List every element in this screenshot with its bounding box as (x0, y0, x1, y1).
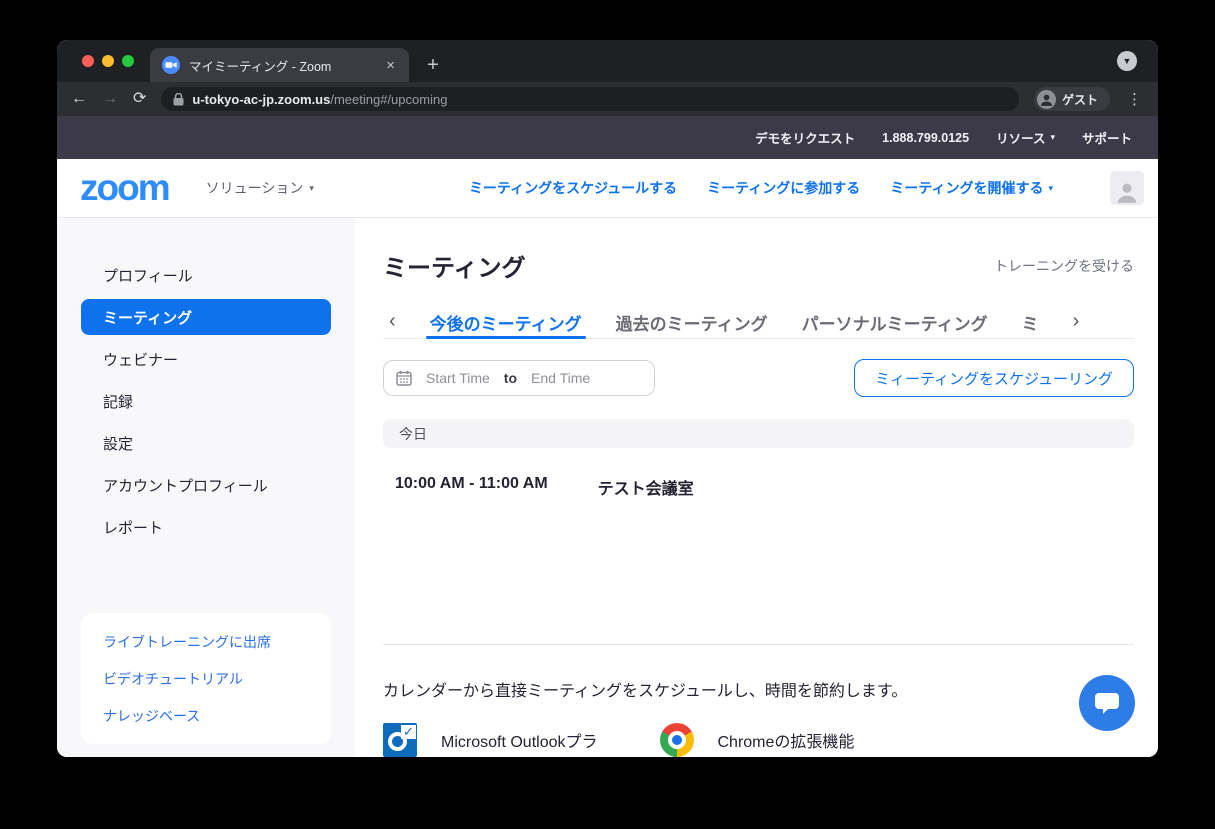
close-window-button[interactable] (82, 55, 94, 67)
tab-search-icon[interactable]: ▼ (1117, 51, 1137, 71)
chrome-extension-label: Chromeの拡張機能 (717, 734, 855, 751)
browser-tabstrip: マイミーティング - Zoom × + ▼ (57, 40, 1158, 82)
solutions-menu[interactable]: ソリューション ▾ (206, 178, 314, 198)
calendar-icon (396, 370, 412, 386)
chevron-down-icon: ▾ (309, 182, 314, 193)
sidebar-help-card: ライブトレーニングに出席 ビデオチュートリアル ナレッジベース (81, 613, 331, 744)
forward-icon[interactable]: → (102, 91, 118, 107)
schedule-meeting-link[interactable]: ミーティングをスケジュールする (469, 178, 677, 198)
zoom-logo[interactable]: zoom (80, 169, 171, 206)
end-time-field[interactable]: End Time (531, 370, 590, 386)
meeting-time: 10:00 AM - 11:00 AM (395, 475, 548, 492)
solutions-label: ソリューション (205, 180, 304, 196)
person-icon (1117, 183, 1137, 203)
group-header-today: 今日 (383, 419, 1134, 448)
page-body: プロフィール ミーティング ウェビナー 記録 設定 アカウントプロフィール レポ… (57, 218, 1158, 757)
resources-menu[interactable]: リソース ▾ (996, 128, 1055, 147)
filter-row: Start Time to End Time ミィーティングをスケジューリング (383, 359, 1134, 398)
back-icon[interactable]: ← (71, 91, 87, 107)
resources-label: リソース (996, 132, 1046, 146)
title-row: ミーティング トレーニングを受ける (383, 248, 1134, 283)
tab-title: マイミーティング - Zoom (189, 59, 332, 74)
host-meeting-label: ミーティングを開催する (890, 180, 1044, 196)
get-training-link[interactable]: トレーニングを受ける (994, 256, 1134, 276)
url-domain: u-tokyo-ac-jp.zoom.us (192, 91, 331, 107)
sidebar-item-account-profile[interactable]: アカウントプロフィール (57, 464, 355, 506)
integrations-row: ✓ Microsoft Outlookプラ Chromeの拡張機能 (383, 723, 1134, 757)
schedule-meeting-button[interactable]: ミィーティングをスケジューリング (853, 359, 1134, 398)
join-meeting-link[interactable]: ミーティングに参加する (707, 178, 860, 198)
url-text: u-tokyo-ac-jp.zoom.us/meeting#/upcoming (192, 92, 447, 107)
tab-previous-meetings[interactable]: 過去のミーティング (616, 307, 768, 338)
guest-label: ゲスト (1061, 92, 1098, 107)
user-avatar[interactable] (1110, 171, 1144, 205)
phone-number-link[interactable]: 1.888.799.0125 (882, 131, 969, 145)
chat-bubble-icon (1095, 693, 1119, 714)
sidebar-item-meetings[interactable]: ミーティング (81, 299, 331, 335)
sidebar-item-reports[interactable]: レポート (57, 506, 355, 548)
start-time-field[interactable]: Start Time (426, 370, 490, 386)
sidebar-item-settings[interactable]: 設定 (57, 422, 355, 464)
tabs-prev-icon[interactable]: ‹ (389, 311, 396, 335)
host-meeting-menu[interactable]: ミーティングを開催する ▾ (890, 178, 1053, 198)
browser-profile-button[interactable]: ゲスト (1033, 87, 1110, 111)
sidebar-item-profile[interactable]: プロフィール (57, 254, 355, 296)
address-bar[interactable]: u-tokyo-ac-jp.zoom.us/meeting#/upcoming (161, 87, 1019, 111)
guest-avatar-icon (1036, 89, 1056, 109)
page-title: ミーティング (383, 255, 526, 282)
outlook-check-glyph: ✓ (401, 724, 416, 739)
zoom-topbar: デモをリクエスト 1.888.799.0125 リソース ▾ サポート (57, 116, 1158, 159)
close-tab-icon[interactable]: × (382, 56, 399, 75)
zoom-camera-icon (162, 56, 180, 74)
zoom-window-button[interactable] (122, 55, 134, 67)
outlook-plugin-label: Microsoft Outlookプラ (441, 734, 598, 751)
header-nav: ミーティングをスケジュールする ミーティングに参加する ミーティングを開催する … (469, 171, 1144, 205)
request-demo-link[interactable]: デモをリクエスト (755, 128, 855, 147)
meeting-row[interactable]: 10:00 AM - 11:00 AM テスト会議室 (383, 475, 1134, 499)
sidebar: プロフィール ミーティング ウェビナー 記録 設定 アカウントプロフィール レポ… (57, 218, 355, 757)
support-link[interactable]: サポート (1082, 128, 1132, 147)
url-path: /meeting#/upcoming (330, 91, 448, 107)
outlook-icon: ✓ (383, 723, 417, 757)
window-controls (82, 40, 134, 82)
main-content: ミーティング トレーニングを受ける ‹ 今後のミーティング 過去のミーティング … (355, 218, 1158, 757)
tabs-next-icon[interactable]: › (1073, 311, 1080, 335)
lock-icon[interactable] (173, 92, 184, 106)
reload-icon[interactable]: ⟳ (133, 91, 146, 107)
minimize-window-button[interactable] (102, 55, 114, 67)
attend-live-training-link[interactable]: ライブトレーニングに出席 (81, 623, 331, 660)
browser-window: マイミーティング - Zoom × + ▼ ← → ⟳ u-tokyo-ac-j… (57, 40, 1158, 757)
browser-tab[interactable]: マイミーティング - Zoom × (150, 48, 409, 82)
sidebar-item-recordings[interactable]: 記録 (57, 380, 355, 422)
new-tab-button[interactable]: + (419, 51, 447, 79)
chat-support-button[interactable] (1079, 675, 1135, 731)
meeting-topic[interactable]: テスト会議室 (598, 475, 694, 499)
section-divider (383, 644, 1134, 645)
browser-menu-icon[interactable]: ⋮ (1125, 90, 1144, 108)
to-label: to (503, 370, 518, 387)
chrome-icon (659, 723, 694, 757)
chevron-down-icon: ▾ (1048, 182, 1053, 193)
chevron-down-icon: ▾ (1050, 132, 1055, 142)
video-tutorials-link[interactable]: ビデオチュートリアル (81, 660, 331, 697)
tab-personal-meetings[interactable]: パーソナルミーティング (802, 307, 988, 338)
tab-truncated[interactable]: ミ (1022, 307, 1039, 338)
tab-upcoming-meetings[interactable]: 今後のミーティング (425, 307, 586, 340)
meeting-tabs: ‹ 今後のミーティング 過去のミーティング パーソナルミーティング ミ › (383, 307, 1134, 340)
outlook-plugin-item[interactable]: ✓ Microsoft Outlookプラ (383, 723, 598, 757)
chrome-extension-item[interactable]: Chromeの拡張機能 (659, 723, 855, 757)
knowledge-base-link[interactable]: ナレッジベース (81, 697, 331, 734)
zoom-header: zoom ソリューション ▾ ミーティングをスケジュールする ミーティングに参加… (57, 159, 1158, 218)
browser-toolbar: ← → ⟳ u-tokyo-ac-jp.zoom.us/meeting#/upc… (57, 82, 1158, 116)
date-range-picker[interactable]: Start Time to End Time (383, 360, 655, 397)
calendar-promo-text: カレンダーから直接ミーティングをスケジュールし、時間を節約します。 (383, 683, 908, 700)
sidebar-item-webinars[interactable]: ウェビナー (57, 338, 355, 380)
